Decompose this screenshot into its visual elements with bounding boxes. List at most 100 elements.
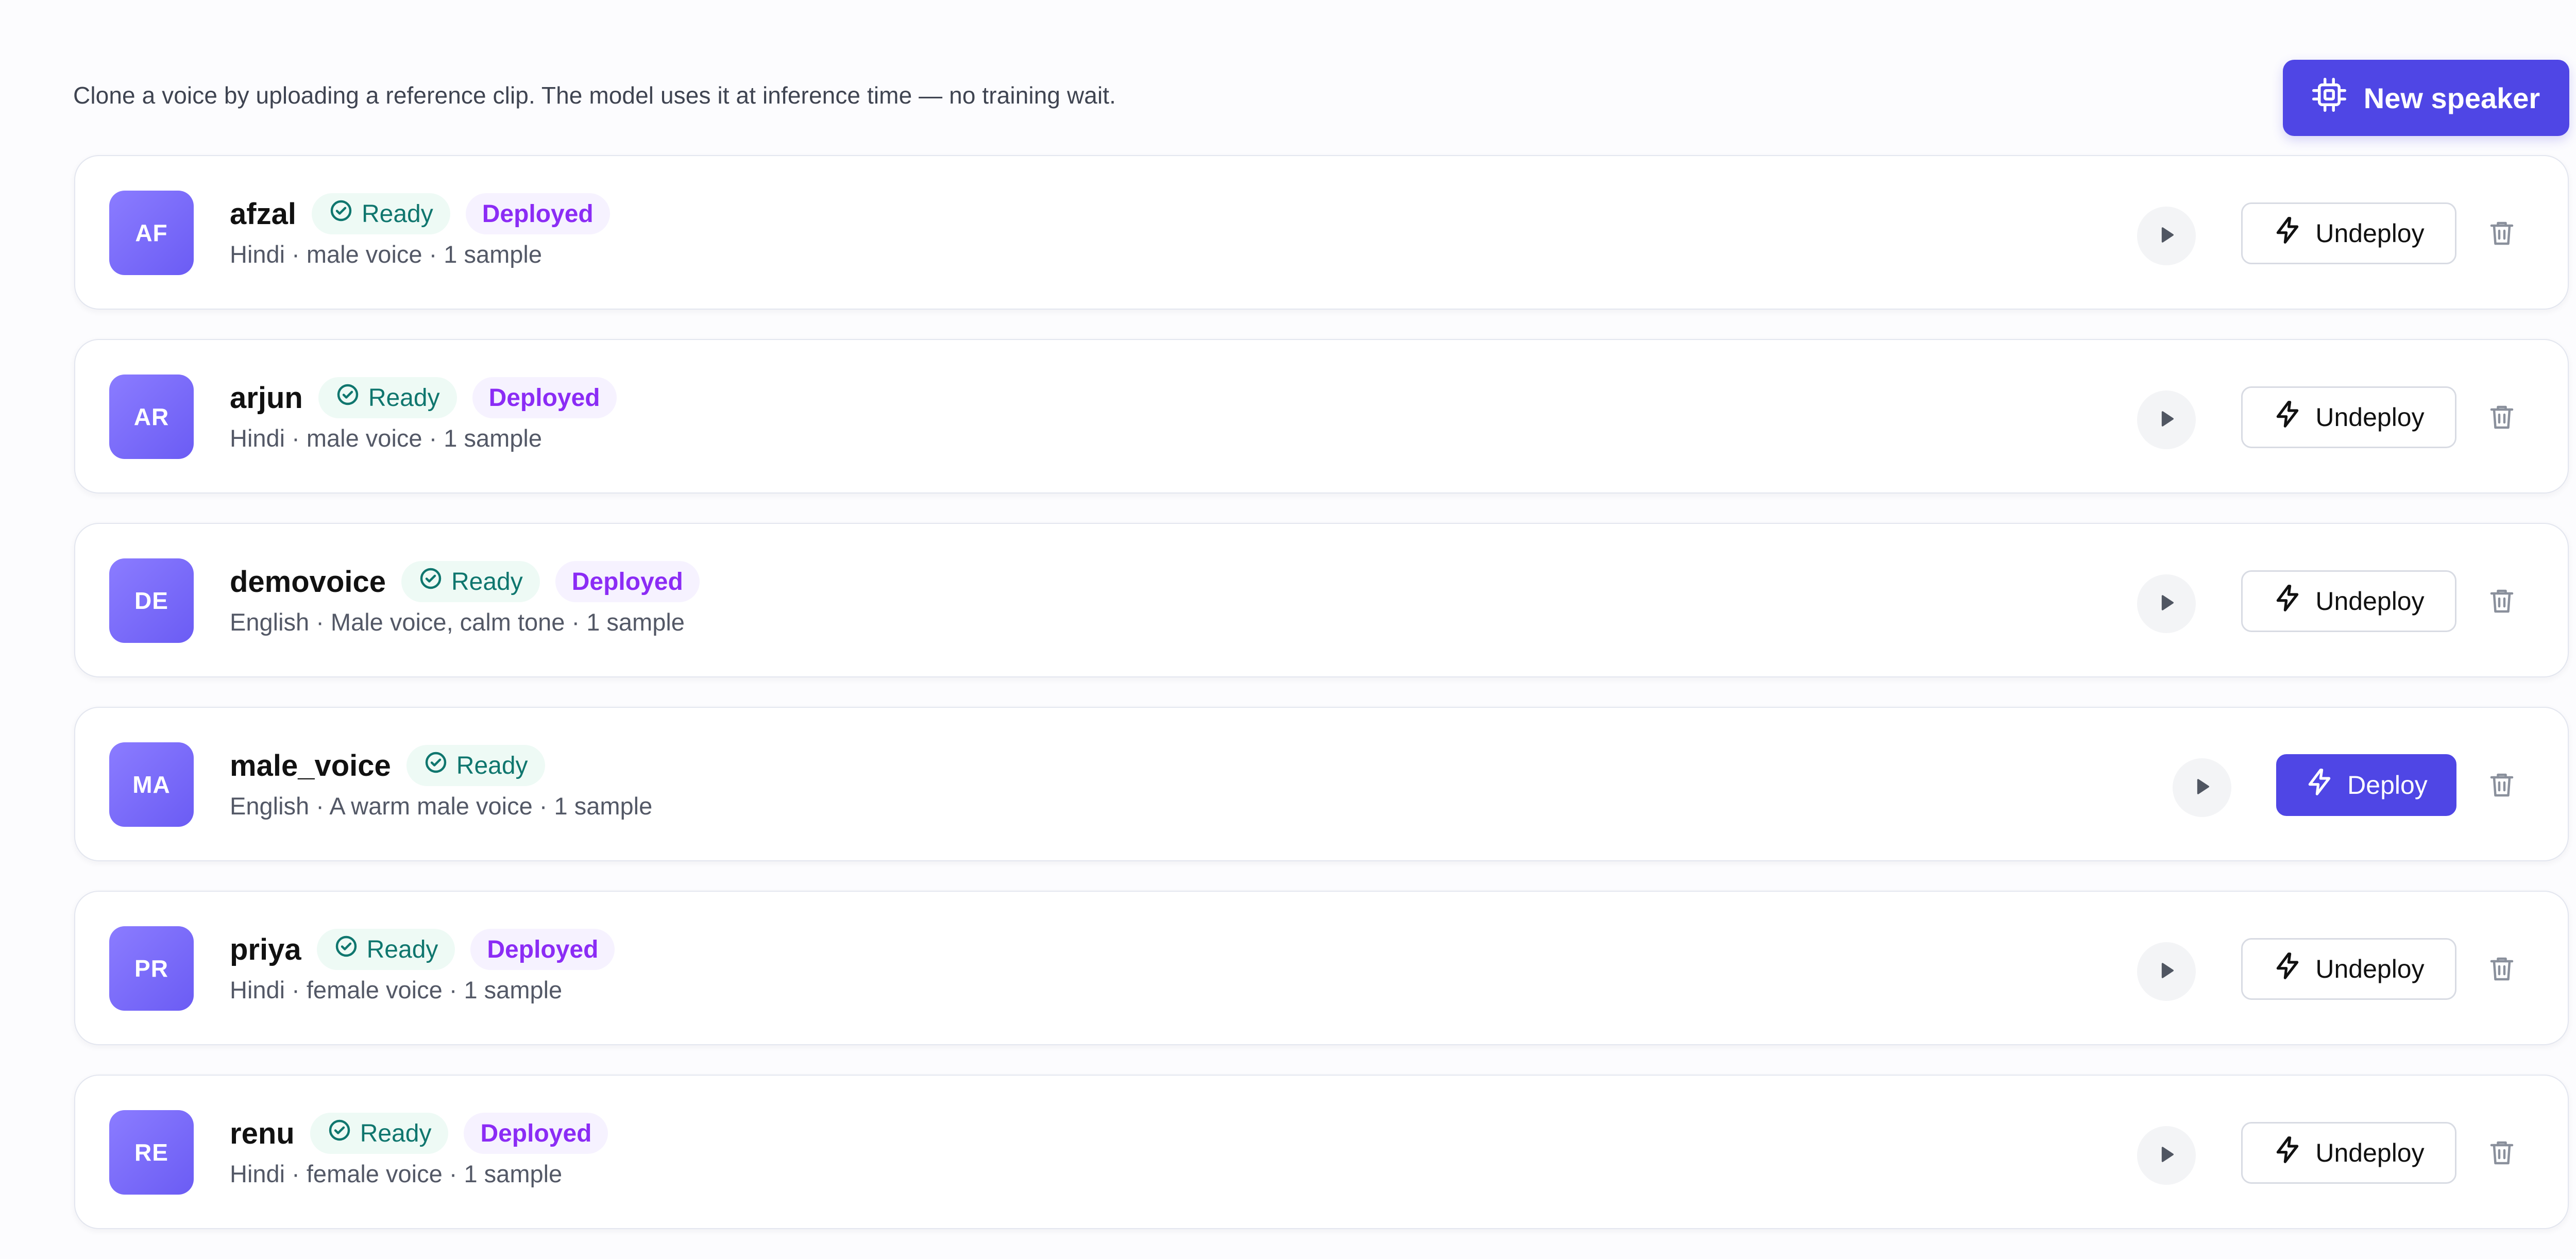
status-badge: Ready <box>311 193 450 234</box>
speaker-meta: Hindi · male voice · 1 sample <box>230 424 542 452</box>
delete-button[interactable] <box>2486 954 2517 984</box>
action-label: Undeploy <box>2315 955 2425 983</box>
speaker-name: male_voice <box>230 748 391 782</box>
speaker-title-line: priya Ready Deployed <box>230 929 615 970</box>
trash-icon <box>2486 1141 2517 1170</box>
new-speaker-button[interactable]: New speaker <box>2283 60 2569 136</box>
new-speaker-label: New speaker <box>2363 81 2540 114</box>
speaker-meta: Hindi · female voice · 1 sample <box>230 976 563 1003</box>
status-badge: Ready <box>406 745 545 786</box>
avatar: AF <box>109 191 194 275</box>
undeploy-button[interactable]: Undeploy <box>2241 386 2456 448</box>
lightning-icon <box>2273 1135 2302 1170</box>
play-icon <box>2155 1143 2178 1168</box>
status-badge: Ready <box>401 561 540 602</box>
deployed-badge: Deployed <box>465 193 610 234</box>
speaker-row: AR arjun Ready Deployed Hindi · male voice ·… <box>74 339 2569 494</box>
trash-icon <box>2486 957 2517 986</box>
play-icon <box>2155 407 2178 433</box>
deployed-badge: Deployed <box>472 377 617 418</box>
lightning-icon <box>2273 400 2302 435</box>
chip-icon <box>2312 77 2346 118</box>
delete-button[interactable] <box>2486 218 2517 249</box>
deployed-badge: Deployed <box>470 929 615 970</box>
undeploy-button[interactable]: Undeploy <box>2241 938 2456 1000</box>
speaker-title-line: renu Ready Deployed <box>230 1113 608 1154</box>
delete-button[interactable] <box>2486 586 2517 617</box>
check-circle-icon <box>327 1118 352 1149</box>
status-label: Ready <box>456 752 528 779</box>
status-label: Ready <box>360 1119 432 1147</box>
play-icon <box>2155 959 2178 984</box>
avatar: DE <box>109 558 194 643</box>
speaker-meta: English · A warm male voice · 1 sample <box>230 792 653 820</box>
action-label: Undeploy <box>2315 1138 2425 1167</box>
speaker-title-line: arjun Ready Deployed <box>230 377 617 418</box>
action-label: Undeploy <box>2315 403 2425 432</box>
speaker-name: arjun <box>230 381 303 415</box>
undeploy-button[interactable]: Undeploy <box>2241 202 2456 264</box>
check-circle-icon <box>329 198 353 229</box>
speaker-name: demovoice <box>230 565 386 599</box>
speaker-title-line: afzal Ready Deployed <box>230 193 610 234</box>
page-header: Clone a voice by uploading a reference c… <box>73 60 2569 137</box>
check-circle-icon <box>335 382 360 413</box>
avatar: MA <box>109 742 194 827</box>
speaker-row: RE renu Ready Deployed Hindi · female voice … <box>74 1075 2569 1229</box>
speaker-title-line: male_voice Ready <box>230 745 545 786</box>
check-circle-icon <box>334 934 359 965</box>
deployed-badge: Deployed <box>555 561 700 602</box>
trash-icon <box>2486 589 2517 619</box>
speaker-meta: Hindi · male voice · 1 sample <box>230 241 542 268</box>
play-icon <box>2155 224 2178 249</box>
speaker-row: DE demovoice Ready Deployed English · Male v… <box>74 523 2569 677</box>
undeploy-button[interactable]: Undeploy <box>2241 570 2456 632</box>
play-button[interactable] <box>2137 390 2196 449</box>
speaker-name: priya <box>230 932 301 966</box>
status-label: Ready <box>368 384 440 412</box>
trash-icon <box>2486 773 2517 803</box>
lightning-icon <box>2305 768 2334 803</box>
speaker-meta: Hindi · female voice · 1 sample <box>230 1160 563 1187</box>
delete-button[interactable] <box>2486 1137 2517 1168</box>
speaker-name: renu <box>230 1116 295 1150</box>
status-badge: Ready <box>310 1113 449 1154</box>
avatar: RE <box>109 1110 194 1195</box>
speaker-meta: English · Male voice, calm tone · 1 samp… <box>230 608 685 636</box>
status-badge: Ready <box>318 377 457 418</box>
play-button[interactable] <box>2137 942 2196 1001</box>
page-subtitle: Clone a voice by uploading a reference c… <box>73 82 1116 109</box>
deployed-badge: Deployed <box>464 1113 608 1154</box>
lightning-icon <box>2273 584 2302 619</box>
avatar: AR <box>109 375 194 459</box>
speaker-row: AF afzal Ready Deployed Hindi · male voice ·… <box>74 155 2569 310</box>
check-circle-icon <box>418 566 443 597</box>
status-label: Ready <box>451 568 523 596</box>
lightning-icon <box>2273 951 2302 986</box>
check-circle-icon <box>423 750 448 781</box>
avatar: PR <box>109 926 194 1011</box>
undeploy-button[interactable]: Undeploy <box>2241 1122 2456 1184</box>
delete-button[interactable] <box>2486 402 2517 433</box>
speaker-name: afzal <box>230 197 296 231</box>
speaker-row: MA male_voice Ready English · A warm male v… <box>74 707 2569 861</box>
status-label: Ready <box>361 200 433 228</box>
play-button[interactable] <box>2137 574 2196 633</box>
lightning-icon <box>2273 216 2302 251</box>
play-icon <box>2191 775 2213 801</box>
play-button[interactable] <box>2137 1126 2196 1185</box>
deploy-button[interactable]: Deploy <box>2276 754 2456 816</box>
action-label: Undeploy <box>2315 219 2425 248</box>
speaker-row: PR priya Ready Deployed Hindi · female voice… <box>74 891 2569 1045</box>
action-label: Deploy <box>2347 771 2428 799</box>
trash-icon <box>2486 222 2517 251</box>
status-badge: Ready <box>316 929 455 970</box>
speaker-title-line: demovoice Ready Deployed <box>230 561 700 602</box>
play-button[interactable] <box>2173 758 2231 817</box>
trash-icon <box>2486 405 2517 435</box>
delete-button[interactable] <box>2486 770 2517 801</box>
status-label: Ready <box>366 935 438 963</box>
play-icon <box>2155 591 2178 617</box>
play-button[interactable] <box>2137 207 2196 265</box>
action-label: Undeploy <box>2315 587 2425 616</box>
